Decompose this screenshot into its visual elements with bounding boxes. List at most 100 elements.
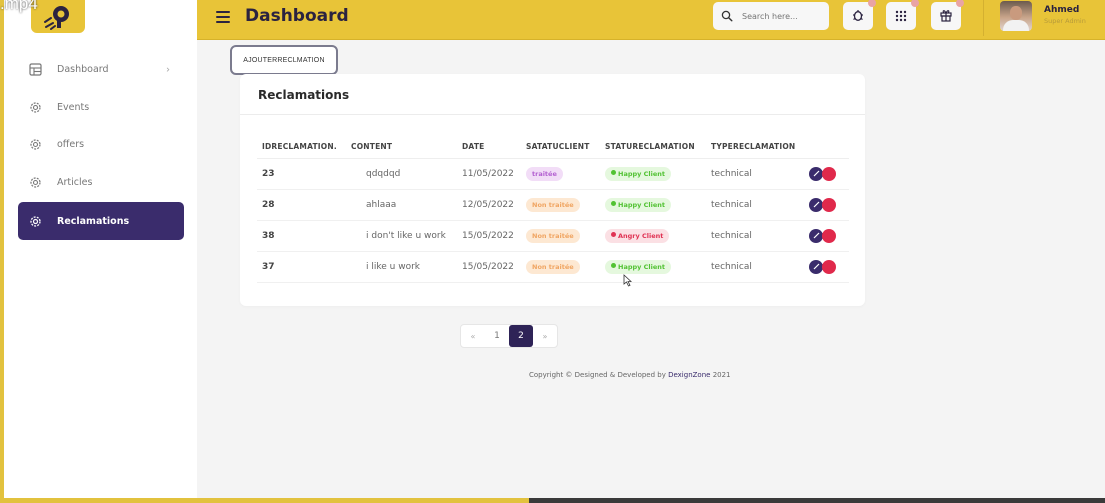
video-progress-played[interactable]: [0, 498, 529, 503]
status-badge: Happy Client: [605, 197, 672, 212]
column-header[interactable]: IDRECLAMATION.: [257, 136, 346, 159]
mouse-cursor-icon: [623, 272, 633, 291]
notification-dot: [868, 0, 876, 7]
footer-text: Copyright © Designed & Developed by: [529, 371, 669, 379]
column-header[interactable]: CONTENT: [346, 136, 457, 159]
status-dot-icon: [611, 170, 616, 175]
status-badge-label: Happy Client: [618, 200, 666, 209]
pencil-icon: [813, 170, 819, 177]
user-role: Super Admin: [1044, 17, 1086, 25]
add-reclamation-button[interactable]: AJOUTERRECLMATION: [230, 45, 338, 75]
footer-year: 2021: [710, 371, 731, 379]
pencil-icon: [813, 201, 819, 208]
reclamations-card: Reclamations IDRECLAMATION. CONTENT DATE…: [240, 74, 865, 306]
cell-type: technical: [706, 158, 804, 190]
avatar[interactable]: [1000, 1, 1032, 31]
gift-icon: [939, 7, 953, 26]
video-progress-remaining[interactable]: [529, 498, 1105, 503]
status-badge: Non traitée: [526, 197, 580, 212]
status-badge: Happy Client: [605, 166, 672, 181]
status-badge-label: Happy Client: [618, 262, 666, 271]
edit-button[interactable]: [809, 259, 823, 274]
apps-grid-icon: [895, 7, 907, 26]
column-header[interactable]: SATATUCLIENT: [521, 136, 600, 159]
edit-button[interactable]: [809, 228, 823, 243]
table-row: 37 i like u work 15/05/2022 Non traitée …: [257, 251, 849, 283]
sidebar-item-offers[interactable]: offers: [18, 126, 184, 164]
top-header: Dashboard Ahmed Super Admin: [197, 0, 1105, 40]
delete-button[interactable]: [822, 166, 836, 181]
column-header[interactable]: TYPERECLAMATION: [706, 136, 804, 159]
cell-content: ahlaaa: [346, 189, 457, 221]
pencil-icon: [813, 263, 819, 270]
user-name[interactable]: Ahmed: [1044, 5, 1079, 15]
pagination: « 1 2 »: [460, 324, 558, 348]
grid-icon: [28, 63, 42, 77]
pagination-page-2[interactable]: 2: [509, 325, 533, 347]
header-divider: [983, 0, 984, 36]
footer-brand-link[interactable]: DexignZone: [668, 371, 710, 379]
column-header[interactable]: DATE: [457, 136, 521, 159]
search-box: [713, 2, 829, 30]
cell-content: qdqdqd: [346, 158, 457, 190]
cell-type: technical: [706, 220, 804, 252]
status-dot-icon: [611, 201, 616, 206]
search-input[interactable]: [742, 11, 822, 21]
sidebar-item-label: offers: [57, 139, 85, 151]
delete-button[interactable]: [822, 197, 836, 212]
delete-button[interactable]: [822, 259, 836, 274]
table-row: 23 qdqdqd 11/05/2022 traitée Happy Clien…: [257, 158, 849, 190]
gear-icon: [28, 175, 42, 189]
search-icon[interactable]: [721, 7, 733, 26]
cell-date: 15/05/2022: [457, 220, 521, 252]
cell-date: 15/05/2022: [457, 251, 521, 283]
sidebar-item-label: Events: [57, 101, 90, 113]
page-title: Dashboard: [245, 6, 349, 26]
pagination-page-1[interactable]: 1: [485, 325, 509, 347]
cell-date: 11/05/2022: [457, 158, 521, 190]
trash-icon: [826, 171, 832, 177]
trash-icon: [826, 202, 832, 208]
app-logo[interactable]: [31, 0, 85, 33]
status-badge: traitée: [526, 166, 563, 181]
apps-button[interactable]: [886, 0, 919, 30]
trash-icon: [826, 233, 832, 239]
delete-button[interactable]: [822, 228, 836, 243]
bug-notification-button[interactable]: [843, 0, 876, 30]
column-header[interactable]: STATURECLAMATION: [600, 136, 706, 159]
card-divider: [240, 114, 865, 115]
footer-copyright: Copyright © Designed & Developed by Dexi…: [529, 371, 731, 379]
reclamations-table: IDRECLAMATION. CONTENT DATE SATATUCLIENT…: [257, 136, 849, 283]
pagination-prev-button[interactable]: «: [461, 325, 485, 347]
status-dot-icon: [611, 232, 616, 237]
table-row: 38 i don't like u work 15/05/2022 Non tr…: [257, 220, 849, 252]
cell-id: 38: [257, 220, 346, 252]
status-badge: Happy Client: [605, 259, 672, 274]
status-badge: Non traitée: [526, 228, 580, 243]
sidebar-item-dashboard[interactable]: Dashboard ›: [18, 51, 184, 89]
cell-content: i don't like u work: [346, 220, 457, 252]
edit-button[interactable]: [809, 197, 823, 212]
sidebar-item-events[interactable]: Events: [18, 89, 184, 127]
hamburger-menu-icon[interactable]: [216, 11, 230, 23]
notification-dot: [911, 0, 919, 7]
column-header-actions: [804, 136, 849, 159]
sidebar-item-label: Reclamations: [57, 215, 130, 227]
gear-icon: [28, 214, 42, 228]
sidebar-item-label: Articles: [57, 176, 93, 188]
logo-icon: [44, 5, 69, 30]
status-badge-label: Happy Client: [618, 169, 666, 178]
notification-dot: [956, 0, 964, 7]
sidebar-item-reclamations[interactable]: Reclamations: [18, 202, 184, 240]
trash-icon: [826, 264, 832, 270]
chevron-right-icon: ›: [166, 64, 170, 76]
card-title: Reclamations: [258, 88, 350, 102]
edit-button[interactable]: [809, 166, 823, 181]
status-badge: Angry Client: [605, 228, 670, 243]
sidebar-nav: Dashboard › Events offers Articles Recla…: [18, 51, 184, 240]
pagination-next-button[interactable]: »: [533, 325, 557, 347]
table-row: 28 ahlaaa 12/05/2022 Non traitée Happy C…: [257, 189, 849, 221]
sidebar-item-articles[interactable]: Articles: [18, 164, 184, 202]
bug-icon: [851, 7, 865, 26]
gift-button[interactable]: [931, 0, 964, 30]
